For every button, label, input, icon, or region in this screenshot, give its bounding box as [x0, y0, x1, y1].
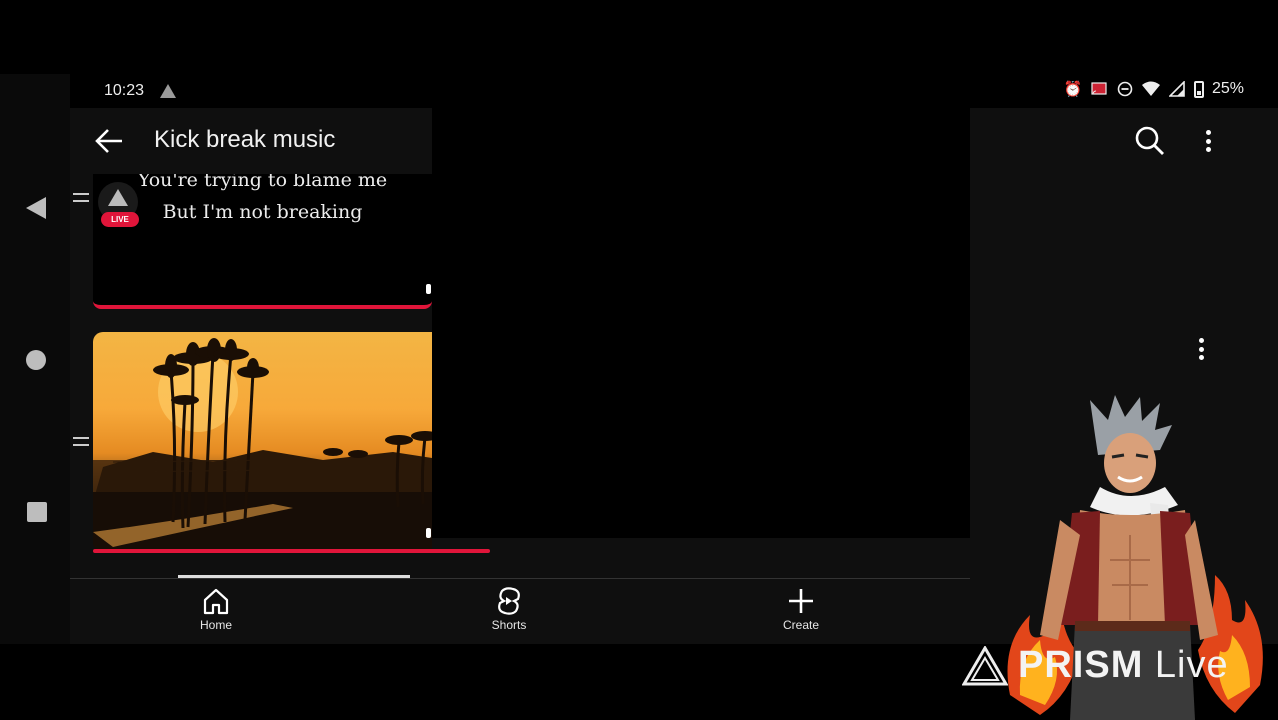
- prism-logo-icon: [962, 645, 1008, 685]
- page-title: Kick break music: [154, 126, 336, 153]
- live-badge: LIVE: [101, 212, 139, 227]
- palm-trees-scene: [93, 338, 432, 552]
- battery-icon: [1193, 80, 1204, 98]
- more-vert-icon[interactable]: [1196, 126, 1220, 156]
- lyric-line: But I'm not breaking: [162, 201, 363, 223]
- search-icon[interactable]: [1133, 124, 1167, 158]
- system-back-icon[interactable]: [26, 197, 46, 219]
- shorts-icon: [498, 587, 520, 615]
- nav-create-label: Create: [782, 618, 820, 632]
- plus-icon: [789, 589, 813, 613]
- watermark-brand-sub: Live: [1154, 644, 1229, 686]
- nav-shorts-label: Shorts: [491, 618, 527, 632]
- watermark-text: PRISM Live: [1018, 644, 1229, 687]
- back-arrow-icon[interactable]: [94, 128, 124, 154]
- signal-icon: [1168, 80, 1186, 98]
- drag-handle-icon[interactable]: [73, 193, 89, 202]
- video-thumbnail-live[interactable]: You're trying to blame me But I'm not br…: [93, 174, 432, 309]
- alarm-icon: ⏰: [1063, 81, 1083, 98]
- dnd-icon: [1116, 80, 1134, 98]
- lyric-line: You're trying to blame me: [137, 174, 388, 191]
- system-recents-icon[interactable]: [27, 502, 47, 522]
- watermark-brand-main: PRISM: [1018, 644, 1144, 686]
- phone-frame: 10:23 ⏰ 25% Kick break music You're tryi…: [0, 0, 1278, 720]
- scroll-indicator: [426, 528, 431, 538]
- warning-icon: [160, 84, 176, 98]
- video-more-icon[interactable]: [1190, 335, 1212, 363]
- system-home-icon[interactable]: [26, 350, 46, 370]
- status-time: 10:23: [104, 82, 145, 99]
- bottom-divider: [70, 578, 970, 579]
- battery-percent: 25%: [1211, 80, 1244, 97]
- status-icons: ⏰ 25%: [1064, 80, 1244, 98]
- video-thumbnail-palm-trees[interactable]: [93, 332, 432, 552]
- wifi-icon: [1141, 80, 1160, 98]
- nav-create[interactable]: Create: [756, 586, 846, 632]
- prism-live-watermark: PRISM Live: [962, 644, 1229, 687]
- nav-home-label: Home: [199, 618, 232, 632]
- nav-home[interactable]: Home: [171, 586, 261, 632]
- black-overlay: [432, 74, 970, 538]
- scroll-indicator: [426, 284, 431, 294]
- cast-icon: [1090, 80, 1108, 98]
- nav-shorts[interactable]: Shorts: [464, 586, 554, 632]
- prism-logo-icon: [108, 189, 128, 206]
- drag-handle-icon[interactable]: [73, 437, 89, 446]
- home-icon: [203, 588, 229, 615]
- video-progress-bar: [93, 549, 490, 553]
